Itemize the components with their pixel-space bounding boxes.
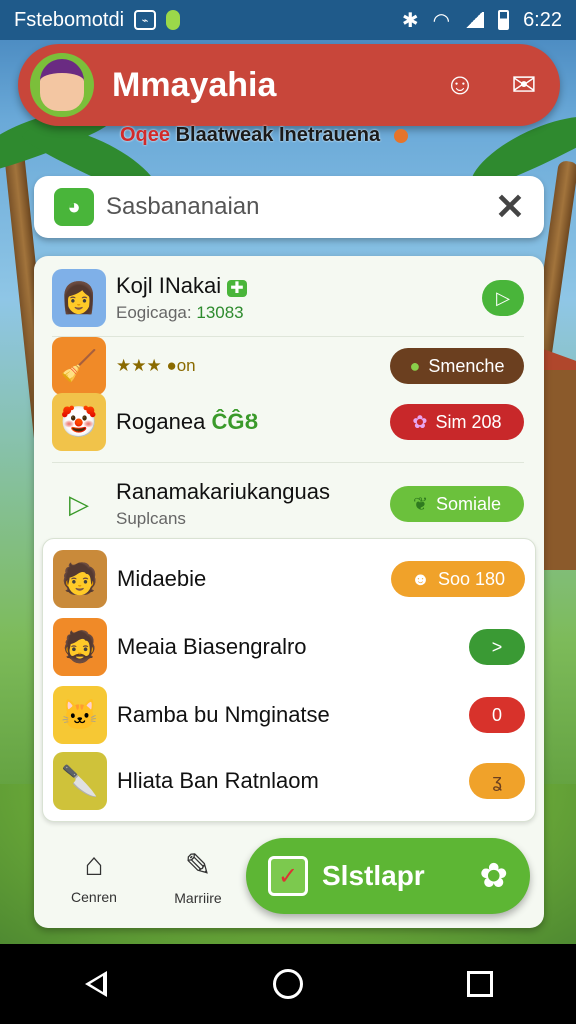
divider [52, 462, 524, 463]
play-button[interactable]: ▷ [482, 280, 524, 316]
row-title: Roganea [116, 409, 206, 434]
status-app-name: Fstebomotdi [14, 8, 125, 31]
go-button[interactable]: > [469, 629, 525, 665]
avatar-woman-icon: 👩 [52, 269, 106, 327]
leaf-icon: ● [409, 355, 421, 376]
list-item[interactable]: 🧔 Meaia Biasengralro > [53, 615, 525, 679]
avatar[interactable] [30, 53, 94, 117]
row-sub-value: 13083 [196, 303, 244, 322]
list-item[interactable]: 🔪 Hliata Ban Ratnlaom ʓ [53, 749, 525, 813]
header-subtitle: Oqee Blaatweak Inetrauena [120, 124, 420, 147]
list-item[interactable]: 🐱 Ramba bu Nmginatse 0 [53, 683, 525, 747]
nav-home[interactable]: ⌂ Cenren [54, 846, 134, 905]
nav-market[interactable]: ✎ Marriire [158, 846, 238, 906]
rating-text: ★★★ ●on [116, 356, 196, 375]
app-title: Mmayahia [112, 65, 277, 104]
row-title: Hliata Ban Ratnlaom [117, 768, 319, 793]
row-sub: Eogicaga: [116, 303, 192, 322]
status-time: 6:22 [523, 8, 562, 31]
tag-icon: ✎ [184, 847, 212, 883]
check-icon: ✓ [268, 856, 308, 896]
close-icon[interactable]: ✕ [490, 186, 530, 228]
play-icon: ▷ [496, 287, 510, 308]
wifi-icon: ◠ [432, 9, 451, 32]
featured-list: 🧑 Midaebie ☻ Soo 180 🧔 Meaia Biasengralr… [42, 538, 536, 822]
search-app-icon: ◕ [54, 188, 94, 226]
pill-label: Smenche [428, 355, 505, 376]
list-item[interactable]: 🧹 ★★★ ●on ● Smenche [52, 334, 524, 398]
subtitle-red-text: Oqee [120, 124, 171, 146]
main-card: 👩 Kojl INakai ✚ Eogicaga: 13083 ▷ 🧹 ★★★ … [34, 256, 544, 928]
list-item[interactable]: ▷ Ranamakariukanguas Suplcans ❦ Somiale [52, 472, 524, 536]
sim-button[interactable]: ✿ Sim 208 [390, 404, 524, 440]
nav-market-label: Marriire [174, 890, 222, 906]
broom-icon: 🧹 [52, 337, 106, 395]
list-item[interactable]: 🧑 Midaebie ☻ Soo 180 [53, 547, 525, 611]
zero-button[interactable]: 0 [469, 697, 525, 733]
pill-glyph: 0 [491, 704, 502, 725]
smenche-button[interactable]: ● Smenche [390, 348, 524, 384]
home-icon: ⌂ [84, 846, 104, 882]
status-bar: Fstebomotdi ⌁ ✱ ◠ 6:22 [0, 0, 576, 40]
symbol-button[interactable]: ʓ [469, 763, 525, 799]
back-icon [85, 971, 107, 997]
list-item[interactable]: 🤡 Roganea ĈĜȢ ✿ Sim 208 [52, 390, 524, 454]
system-nav-bar [0, 944, 576, 1024]
home-button[interactable] [258, 954, 318, 1014]
search-input[interactable] [106, 193, 490, 221]
badge-icon: ✚ [227, 280, 247, 297]
subtitle-dot-icon [393, 128, 408, 143]
app-header: Mmayahia ☺ ✉ [18, 44, 560, 126]
row-title: Kojl INakai [116, 273, 222, 298]
recents-icon [467, 971, 493, 997]
mail-icon[interactable]: ✉ [504, 65, 544, 105]
character-icon: 🤡 [52, 393, 106, 451]
subtitle-text: Blaatweak Inetrauena [175, 124, 381, 146]
start-button[interactable]: ✓ Slstlapr ✿ [246, 838, 530, 914]
pill-label: Somiale [436, 493, 502, 514]
play-icon: ▷ [69, 488, 89, 519]
flower-icon: ✿ [412, 411, 428, 432]
gear-icon: ✿ [479, 857, 509, 895]
recents-button[interactable] [450, 954, 510, 1014]
list-item[interactable]: 👩 Kojl INakai ✚ Eogicaga: 13083 ▷ [52, 266, 524, 330]
row-sub: Suplcans [116, 509, 186, 528]
battery-icon [498, 10, 510, 30]
leaf-icon: ❦ [412, 493, 429, 514]
row-title: Midaebie [117, 566, 207, 591]
pill-glyph: ʓ [492, 770, 502, 791]
back-button[interactable] [66, 954, 126, 1014]
row-title: Meaia Biasengralro [117, 634, 307, 659]
soo-button[interactable]: ☻ Soo 180 [391, 561, 525, 597]
character-icon: 🧔 [53, 618, 107, 676]
avatar-face [40, 59, 84, 111]
cat-icon: 🐱 [53, 686, 107, 744]
row-title-green: ĈĜȢ [211, 409, 259, 434]
start-button-label: Slstlapr [322, 860, 425, 891]
signal-icon [464, 12, 485, 28]
row-title: Ramba bu Nmginatse [117, 702, 330, 727]
chevron-right-icon: > [491, 636, 503, 657]
search-bar: ◕ ✕ [34, 176, 544, 238]
pill-label: Sim 208 [435, 411, 502, 432]
settings-icon: ✱ [401, 9, 419, 32]
home-circle-icon [273, 969, 303, 999]
profile-icon[interactable]: ☺ [440, 65, 480, 105]
somiale-button[interactable]: ❦ Somiale [390, 486, 524, 522]
character-icon: 🧑 [53, 550, 107, 608]
coin-icon: ☻ [410, 568, 430, 589]
pill-label: Soo 180 [437, 568, 505, 589]
notification-icon: ⌁ [134, 10, 157, 30]
nav-home-label: Cenren [71, 889, 117, 905]
knife-icon: 🔪 [53, 752, 107, 810]
android-icon [166, 10, 181, 30]
row-title: Ranamakariukanguas [116, 479, 331, 504]
